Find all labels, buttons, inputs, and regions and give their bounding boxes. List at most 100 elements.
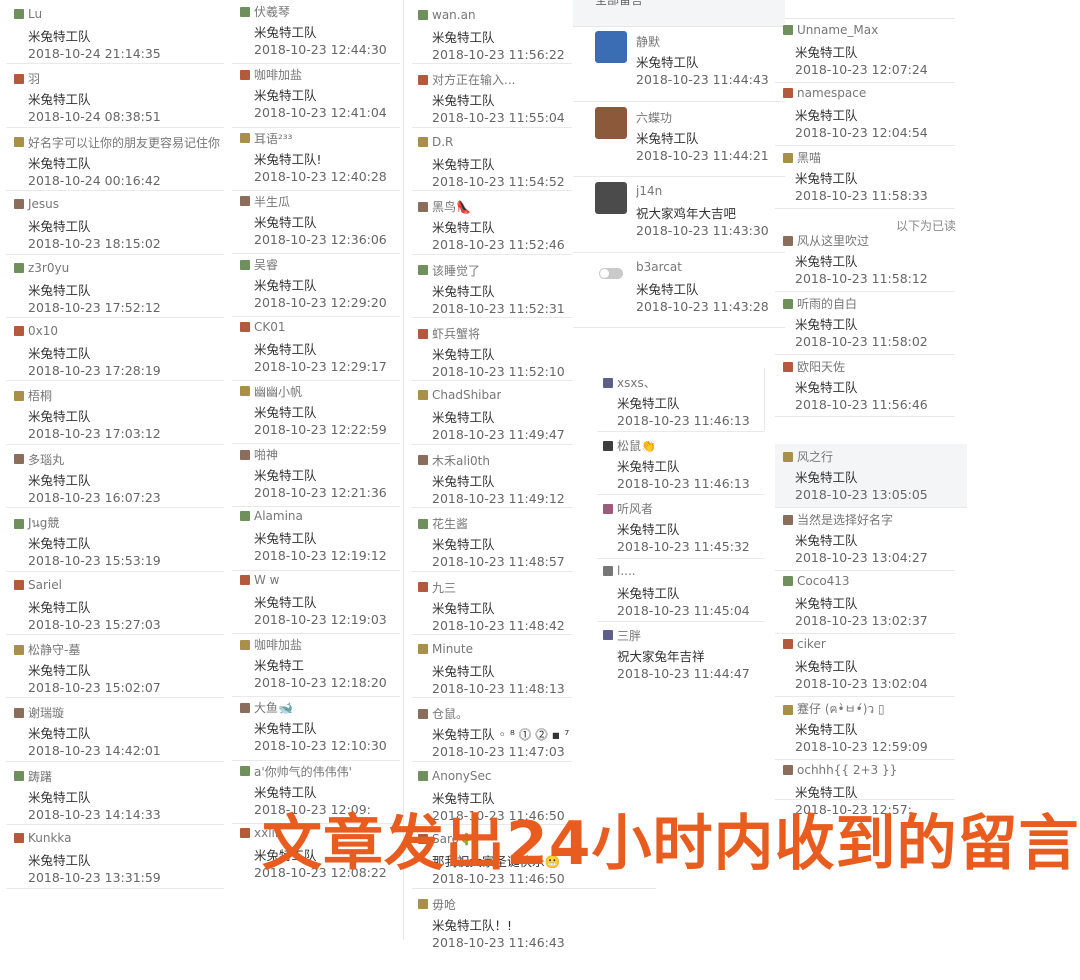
comment-item[interactable]: 踌躇 米兔特工队 2018-10-23 14:14:33 — [6, 761, 224, 826]
comment-item[interactable]: b3arcat 米兔特工队 2018-10-23 11:43:28 — [573, 252, 785, 328]
comment-nickname[interactable]: 该睡觉了 — [418, 262, 480, 279]
comment-nickname[interactable]: 花生酱 — [418, 515, 468, 532]
comment-nickname[interactable]: 九三 — [418, 579, 456, 596]
comment-item[interactable]: 羽米兔特工队 2018-10-24 08:38:51 — [6, 63, 224, 128]
comment-nickname[interactable]: ChadShibar — [418, 388, 501, 402]
comment-nickname[interactable]: Sariel — [14, 578, 62, 592]
comment-nickname[interactable]: CK01 — [240, 320, 286, 334]
comment-item[interactable]: Jนg競 米兔特工队 2018-10-23 15:53:19 — [6, 507, 224, 572]
toggle-switch[interactable] — [599, 267, 623, 279]
comment-item[interactable]: 虾兵蟹将 米兔特工队 2018-10-23 11:52:10 — [412, 317, 572, 382]
comment-nickname[interactable]: D.R — [418, 135, 453, 149]
comment-nickname[interactable]: AnonySec — [418, 769, 491, 783]
comment-item[interactable]: wan.an 米兔特工队 2018-10-23 11:56:22 — [412, 0, 572, 65]
comment-item[interactable]: 好名字可以让你的朋友更容易记住你 米兔特工队 2018-10-24 00:16:42 — [6, 127, 224, 192]
comment-item[interactable]: 咖啡加盐 米兔特工 2018-10-23 12:18:20 — [232, 633, 400, 698]
comment-nickname[interactable]: Jนg競 — [14, 514, 59, 533]
comment-item[interactable]: 松静守-墓 米兔特工队 2018-10-23 15:02:07 — [6, 634, 224, 699]
comment-nickname[interactable]: 听风者 — [603, 500, 653, 517]
comment-item[interactable]: l.... 米兔特工队 2018-10-23 11:45:04 — [597, 558, 765, 622]
comment-item[interactable]: ciker 米兔特工队 2018-10-23 13:02:04 — [775, 633, 955, 697]
comment-item[interactable]: 啪神 米兔特工队 2018-10-23 12:21:36 — [232, 443, 400, 508]
comment-item[interactable]: 咖啡加盐 米兔特工队 2018-10-23 12:41:04 — [232, 63, 400, 128]
comment-item[interactable]: 当然是选择好名字 米兔特工队 2018-10-23 13:04:27 — [775, 507, 955, 571]
comment-nickname[interactable]: 木禾ali0th — [418, 452, 490, 469]
comment-nickname[interactable]: Coco413 — [783, 574, 850, 588]
comment-nickname[interactable]: wan.an — [418, 8, 476, 22]
comment-nickname[interactable]: 黑喵 — [783, 149, 821, 166]
comment-item[interactable]: 听雨的自白 米兔特工队 2018-10-23 11:58:02 — [775, 291, 955, 355]
comment-item[interactable]: 该睡觉了 米兔特工队 2018-10-23 11:52:31 — [412, 254, 572, 318]
comment-nickname[interactable]: 咖啡加盐 — [240, 66, 302, 83]
comment-nickname[interactable]: 当然是选择好名字 — [783, 511, 893, 528]
comment-nickname[interactable]: 松静守-墓 — [14, 641, 80, 658]
comment-nickname[interactable]: 耳语²³³ — [240, 130, 292, 147]
comment-item[interactable]: Jesus 米兔特工队 2018-10-23 18:15:02 — [6, 190, 224, 255]
comment-item[interactable]: ochhh{{ 2+3 }} 米兔特工队 2018-10-23 12:57: — [775, 759, 955, 817]
comment-item[interactable]: Sariel 米兔特工队 2018-10-23 15:27:03 — [6, 571, 224, 635]
comment-nickname[interactable]: 好名字可以让你的朋友更容易记住你 — [14, 134, 220, 151]
comment-item[interactable]: 六蝶功 米兔特工队 2018-10-23 11:44:21 — [573, 101, 785, 177]
comment-item[interactable]: Alamina 米兔特工队 2018-10-23 12:19:12 — [232, 506, 400, 571]
comment-nickname[interactable]: namespace — [783, 86, 866, 100]
comment-nickname[interactable]: 三胖 — [603, 627, 641, 644]
comment-nickname[interactable]: 欧阳天佐 — [783, 358, 845, 375]
comment-nickname[interactable]: 毋呛 — [418, 896, 456, 913]
comment-nickname[interactable]: 虾兵蟹将 — [418, 325, 480, 342]
comment-item[interactable]: 三胖 祝大家兔年吉祥 2018-10-23 11:44:47 — [597, 621, 765, 684]
comment-nickname[interactable]: 半生瓜 — [240, 193, 290, 210]
comment-item[interactable]: 谢瑞璇 米兔特工队 2018-10-23 14:42:01 — [6, 697, 224, 762]
comment-item[interactable]: 松鼠👏 米兔特工队 2018-10-23 11:46:13 — [597, 431, 765, 496]
comment-nickname[interactable]: 对方正在输入... — [418, 71, 515, 88]
comment-nickname[interactable]: Kunkka — [14, 831, 72, 845]
comment-nickname[interactable]: 多瑙丸 — [14, 451, 64, 468]
comment-nickname[interactable]: Lu — [14, 7, 42, 21]
comment-item[interactable]: 花生酱 米兔特工队 2018-10-23 11:48:57 — [412, 507, 572, 572]
comment-nickname[interactable]: 大鱼🐋 — [240, 699, 293, 716]
comment-item[interactable]: 大鱼🐋 米兔特工队 2018-10-23 12:10:30 — [232, 696, 400, 761]
comment-item[interactable]: xsxs、 米兔特工队 2018-10-23 11:46:13 — [597, 368, 765, 433]
comment-item[interactable]: Unname_Max 米兔特工队 2018-10-23 12:07:24 — [775, 19, 955, 83]
comment-item[interactable]: Kunkka 米兔特工队 2018-10-23 13:31:59 — [6, 824, 224, 889]
comment-item[interactable]: 0x10 米兔特工队 2018-10-23 17:28:19 — [6, 317, 224, 382]
comment-item[interactable]: Coco413 米兔特工队 2018-10-23 13:02:37 — [775, 570, 955, 634]
comment-item[interactable]: 黑鸟👠 米兔特工队 2018-10-23 11:52:46 — [412, 190, 572, 255]
comment-nickname[interactable]: b3arcat — [636, 260, 682, 274]
comment-nickname[interactable]: 啪神 — [240, 446, 278, 463]
comment-nickname[interactable]: ochhh{{ 2+3 }} — [783, 763, 897, 777]
comment-item[interactable]: W w 米兔特工队 2018-10-23 12:19:03 — [232, 570, 400, 634]
comment-nickname[interactable]: 仓鼠。 — [418, 705, 468, 722]
comment-item[interactable]: 欧阳天佐 米兔特工队 2018-10-23 11:56:46 — [775, 354, 955, 417]
comment-item[interactable]: z3r0yu 米兔特工队 2018-10-23 17:52:12 — [6, 254, 224, 318]
comment-nickname[interactable]: 0x10 — [14, 324, 58, 338]
comment-item[interactable]: 风之行 米兔特工队 2018-10-23 13:05:05 — [775, 444, 967, 508]
comment-item[interactable]: 伏羲琴 米兔特工队 2018-10-23 12:44:30 — [232, 0, 400, 65]
comment-nickname[interactable]: 风从这里吹过 — [783, 232, 869, 249]
comment-nickname[interactable]: 六蝶功 — [636, 109, 672, 126]
comment-nickname[interactable]: 蹇仔 (ฅ•̀ㅂ•́)ว ▯ — [783, 700, 885, 719]
comment-nickname[interactable]: j14n — [636, 184, 662, 198]
comment-nickname[interactable]: Jesus — [14, 197, 59, 211]
comment-item[interactable]: 梧桐 米兔特工队 2018-10-23 17:03:12 — [6, 380, 224, 445]
comment-item[interactable]: 多瑙丸 米兔特工队 2018-10-23 16:07:23 — [6, 444, 224, 509]
comment-item[interactable]: 毋呛 米兔特工队！! 2018-10-23 11:46:43 — [412, 888, 572, 951]
comment-nickname[interactable]: Minute — [418, 642, 473, 656]
comment-nickname[interactable]: 听雨的自白 — [783, 295, 857, 312]
comment-nickname[interactable]: Unname_Max — [783, 23, 878, 37]
comment-item[interactable]: Minute 米兔特工队 2018-10-23 11:48:13 — [412, 634, 572, 699]
comment-nickname[interactable]: 松鼠👏 — [603, 437, 656, 454]
comment-nickname[interactable]: 黑鸟👠 — [418, 198, 471, 215]
comment-item[interactable]: Lu 米兔特工队 2018-10-24 21:14:35 — [6, 0, 224, 65]
comment-item[interactable]: namespace 米兔特工队 2018-10-23 12:04:54 — [775, 82, 955, 146]
comment-item[interactable]: D.R 米兔特工队 2018-10-23 11:54:52 — [412, 127, 572, 192]
comment-nickname[interactable]: 幽幽小帆 — [240, 383, 302, 400]
comment-item[interactable]: 听风者 米兔特工队 2018-10-23 11:45:32 — [597, 494, 765, 559]
comment-nickname[interactable]: z3r0yu — [14, 261, 69, 275]
comment-nickname[interactable]: 谢瑞璇 — [14, 704, 64, 721]
comment-item[interactable]: 木禾ali0th 米兔特工队 2018-10-23 11:49:12 — [412, 444, 572, 509]
comment-item[interactable]: 九三 米兔特工队 2018-10-23 11:48:42 — [412, 571, 572, 635]
comment-nickname[interactable]: 羽 — [14, 70, 40, 87]
comment-nickname[interactable]: Alamina — [240, 509, 303, 523]
comment-nickname[interactable]: ciker — [783, 637, 826, 651]
comment-item[interactable]: 风从这里吹过 米兔特工队 2018-10-23 11:58:12 — [775, 228, 955, 292]
